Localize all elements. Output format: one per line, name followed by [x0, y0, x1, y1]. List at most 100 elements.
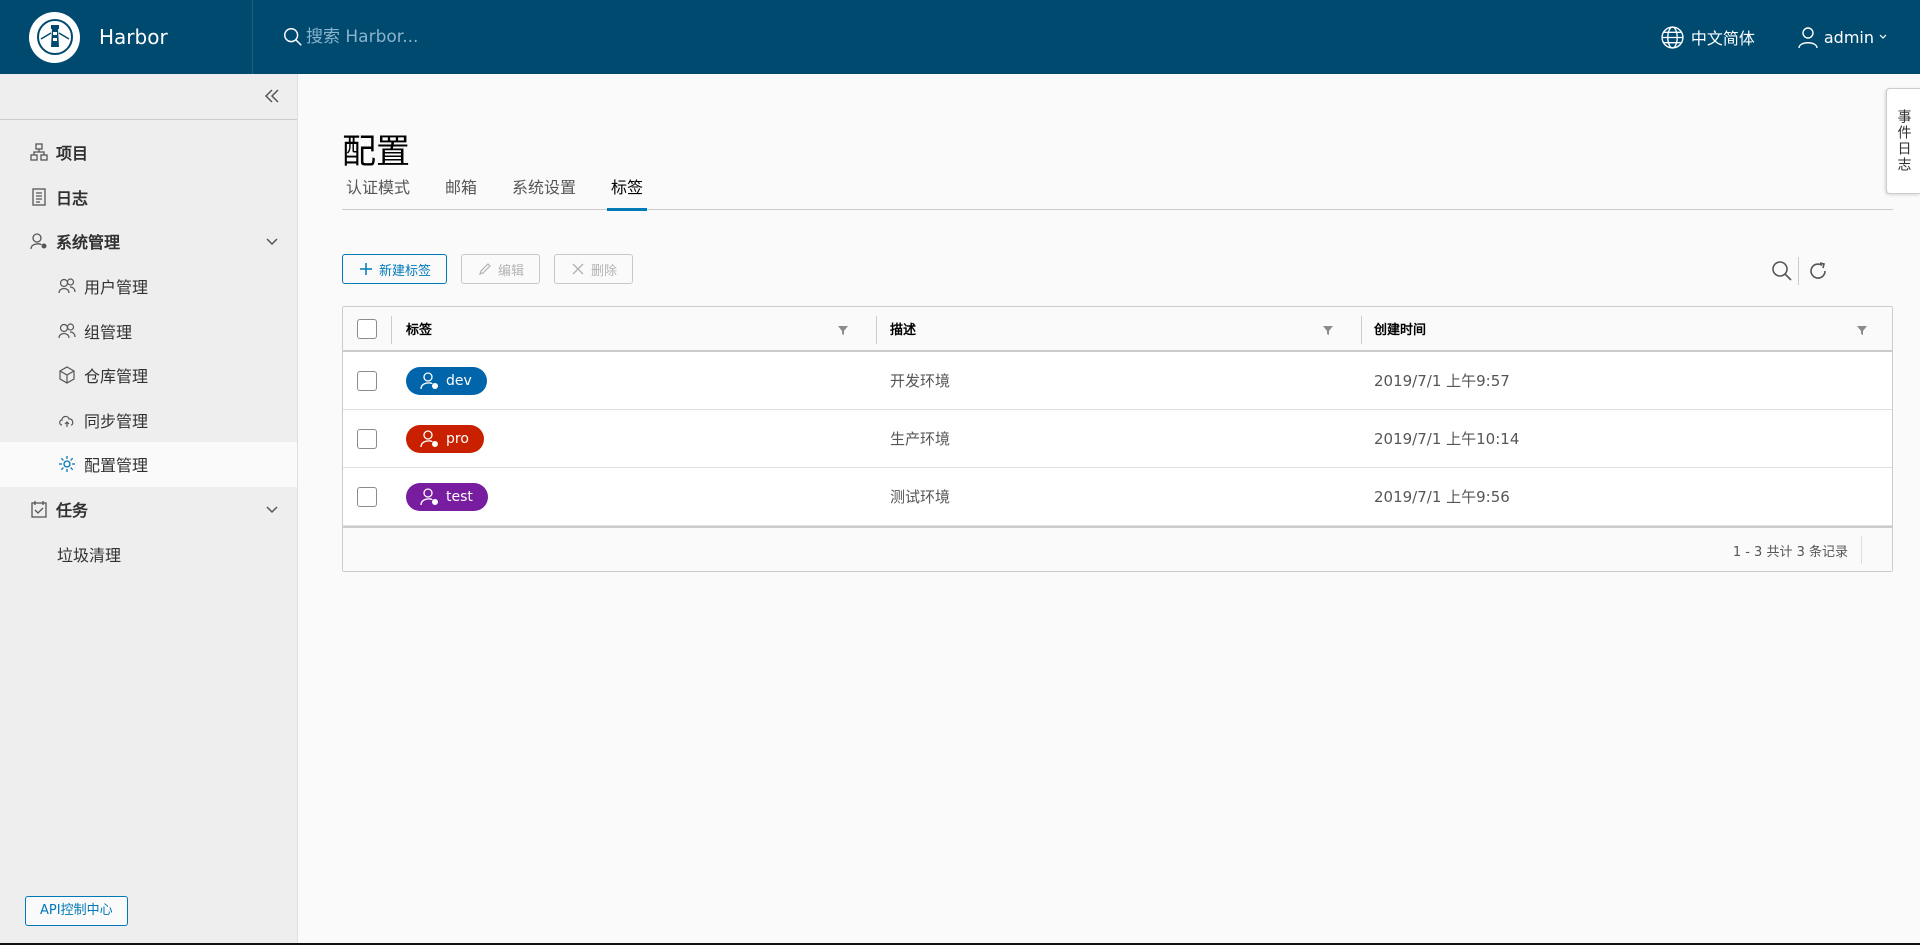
label-desc: 开发环境: [890, 372, 951, 390]
sidebar-item-label: 垃圾清理: [57, 545, 122, 565]
label-time: 2019/7/1 上午10:14: [1374, 430, 1520, 448]
close-icon: [572, 263, 584, 275]
sidebar-item-registries[interactable]: 仓库管理: [0, 353, 297, 398]
harbor-logo[interactable]: [29, 11, 80, 63]
column-divider: [876, 316, 877, 344]
api-center-button[interactable]: API控制中心: [25, 896, 128, 926]
refresh-icon[interactable]: [1806, 259, 1830, 283]
event-log-label: 事件日志: [1895, 109, 1912, 173]
global-search[interactable]: [282, 0, 706, 74]
config-tabs: 认证模式 邮箱 系统设置 标签: [342, 174, 1893, 211]
log-icon: [32, 188, 46, 206]
sidebar-item-label: 日志: [56, 188, 89, 208]
label-name: pro: [446, 430, 469, 447]
row-checkbox[interactable]: [357, 370, 377, 391]
delete-label-button[interactable]: 删除: [554, 254, 634, 284]
sidebar-item-groups[interactable]: 组管理: [0, 308, 297, 353]
username: admin: [1823, 27, 1874, 47]
tool-divider: [1798, 257, 1799, 285]
main-content: 配置 认证模式 邮箱 系统设置 标签 新建标签 编辑 删除 标签 描述 创建时间…: [298, 74, 1920, 945]
sidebar-item-projects[interactable]: 项目: [0, 130, 297, 175]
label-badge: pro: [406, 424, 484, 453]
tab-labels[interactable]: 标签: [607, 174, 648, 211]
sidebar: 项目 日志 系统管理 用户管理 组管理 仓库管理 同步管理 配置管理 任务 垃圾…: [0, 74, 298, 945]
user-gear-icon: [420, 371, 438, 389]
table-row[interactable]: dev 开发环境 2019/7/1 上午9:57: [343, 352, 1892, 410]
new-label-button[interactable]: 新建标签: [342, 254, 448, 284]
users-icon: [58, 278, 76, 294]
project-icon: [30, 143, 48, 161]
language-selector[interactable]: 中文简体: [1660, 25, 1755, 50]
sidebar-item-users[interactable]: 用户管理: [0, 264, 297, 309]
sidebar-item-label: 系统管理: [56, 233, 121, 253]
user-menu[interactable]: admin: [1796, 25, 1892, 49]
footer-divider: [1861, 536, 1862, 564]
search-icon[interactable]: [1770, 259, 1794, 283]
edit-label-button[interactable]: 编辑: [461, 254, 541, 284]
sidebar-item-label: 用户管理: [84, 278, 149, 298]
sidebar-item-admin[interactable]: 系统管理: [0, 219, 297, 264]
groups-icon: [58, 323, 76, 338]
row-checkbox[interactable]: [357, 428, 377, 449]
grid-tools: [1770, 257, 1830, 285]
brand-name[interactable]: Harbor: [99, 25, 168, 49]
sidebar-nav: 项目 日志 系统管理 用户管理 组管理 仓库管理 同步管理 配置管理 任务 垃圾…: [0, 130, 297, 576]
event-log-tab[interactable]: 事件日志: [1886, 88, 1920, 194]
label-desc: 测试环境: [890, 488, 951, 506]
search-icon: [284, 28, 302, 46]
brand-area[interactable]: Harbor: [0, 0, 253, 74]
collapse-bar: [0, 74, 297, 120]
chevron-down-icon: [1879, 34, 1887, 39]
label-time: 2019/7/1 上午9:57: [1374, 372, 1510, 390]
sidebar-item-label: 同步管理: [84, 411, 149, 431]
tasks-icon: [31, 501, 47, 518]
collapse-icon[interactable]: [263, 87, 281, 105]
label-time: 2019/7/1 上午9:56: [1374, 488, 1510, 506]
table-row[interactable]: test 测试环境 2019/7/1 上午9:56: [343, 468, 1892, 526]
column-header-label[interactable]: 标签: [406, 319, 432, 338]
user-gear-icon: [420, 429, 438, 447]
label-badge: test: [406, 482, 488, 511]
language-label: 中文简体: [1690, 29, 1755, 48]
lighthouse-icon: [36, 19, 73, 55]
column-divider: [391, 316, 392, 344]
select-all-checkbox[interactable]: [357, 318, 377, 339]
sidebar-item-logs[interactable]: 日志: [0, 175, 297, 220]
label-name: test: [446, 488, 473, 505]
column-divider: [1361, 316, 1362, 344]
sidebar-item-label: 组管理: [84, 322, 133, 342]
table-row[interactable]: pro 生产环境 2019/7/1 上午10:14: [343, 410, 1892, 468]
tab-email[interactable]: 邮箱: [441, 174, 481, 210]
tab-system[interactable]: 系统设置: [508, 174, 580, 210]
sidebar-item-label: 项目: [56, 144, 89, 164]
grid-footer: 1 - 3 共计 3 条记录: [343, 526, 1892, 571]
sidebar-item-label: 仓库管理: [84, 367, 149, 387]
plus-icon: [360, 263, 372, 275]
label-toolbar: 新建标签 编辑 删除: [342, 254, 647, 284]
new-label-text: 新建标签: [379, 263, 432, 279]
chevron-down-icon[interactable]: [265, 502, 279, 516]
search-input[interactable]: [306, 27, 706, 47]
filter-icon[interactable]: [1856, 324, 1868, 336]
record-count: 1 - 3 共计 3 条记录: [1732, 545, 1848, 560]
sidebar-item-tasks[interactable]: 任务: [0, 487, 297, 532]
label-name: dev: [446, 372, 472, 389]
filter-icon[interactable]: [1322, 324, 1334, 336]
sidebar-item-gc[interactable]: 垃圾清理: [0, 531, 297, 576]
page-title: 配置: [342, 132, 410, 172]
sidebar-item-config[interactable]: 配置管理: [0, 442, 297, 487]
edit-label-text: 编辑: [498, 263, 525, 279]
filter-icon[interactable]: [837, 324, 849, 336]
labels-datagrid: 标签 描述 创建时间 dev 开发环境 2019/7/1 上午9:57 pro …: [342, 306, 1893, 572]
sidebar-item-replication[interactable]: 同步管理: [0, 398, 297, 443]
header-right: 中文简体 admin: [1660, 0, 1920, 74]
column-header-desc[interactable]: 描述: [890, 319, 916, 338]
sidebar-item-label: 配置管理: [84, 456, 149, 476]
row-checkbox[interactable]: [357, 486, 377, 507]
globe-icon: [1661, 25, 1684, 49]
tab-auth[interactable]: 认证模式: [342, 174, 414, 210]
sidebar-item-label: 任务: [56, 501, 89, 521]
chevron-down-icon[interactable]: [265, 234, 279, 248]
label-desc: 生产环境: [890, 430, 951, 448]
column-header-time[interactable]: 创建时间: [1374, 319, 1426, 338]
